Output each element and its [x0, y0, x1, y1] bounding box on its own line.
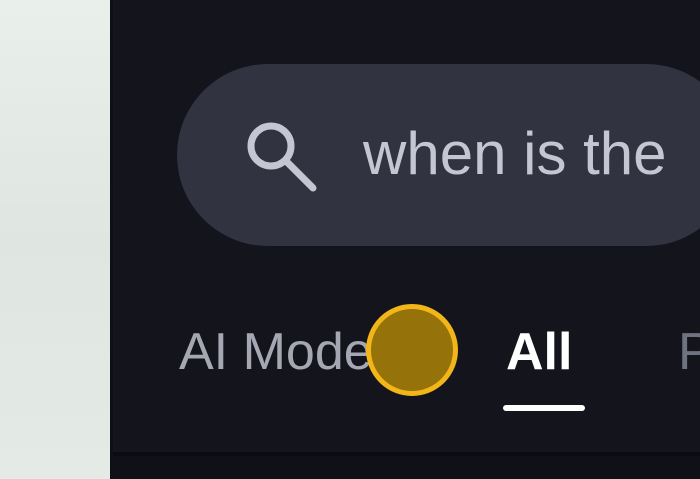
tab-all[interactable]: All — [506, 320, 572, 384]
phone-screen: when is the AI Mode All P — [113, 0, 700, 479]
search-icon[interactable] — [241, 116, 323, 198]
tab-ai-mode[interactable]: AI Mode — [179, 320, 373, 384]
content-edge — [113, 452, 700, 479]
tab-partial[interactable]: P — [678, 320, 700, 384]
search-input[interactable]: when is the — [363, 118, 667, 190]
tap-indicator — [366, 304, 458, 396]
active-tab-indicator — [503, 405, 585, 411]
side-panel — [0, 0, 110, 479]
screen: when is the AI Mode All P — [0, 0, 700, 479]
